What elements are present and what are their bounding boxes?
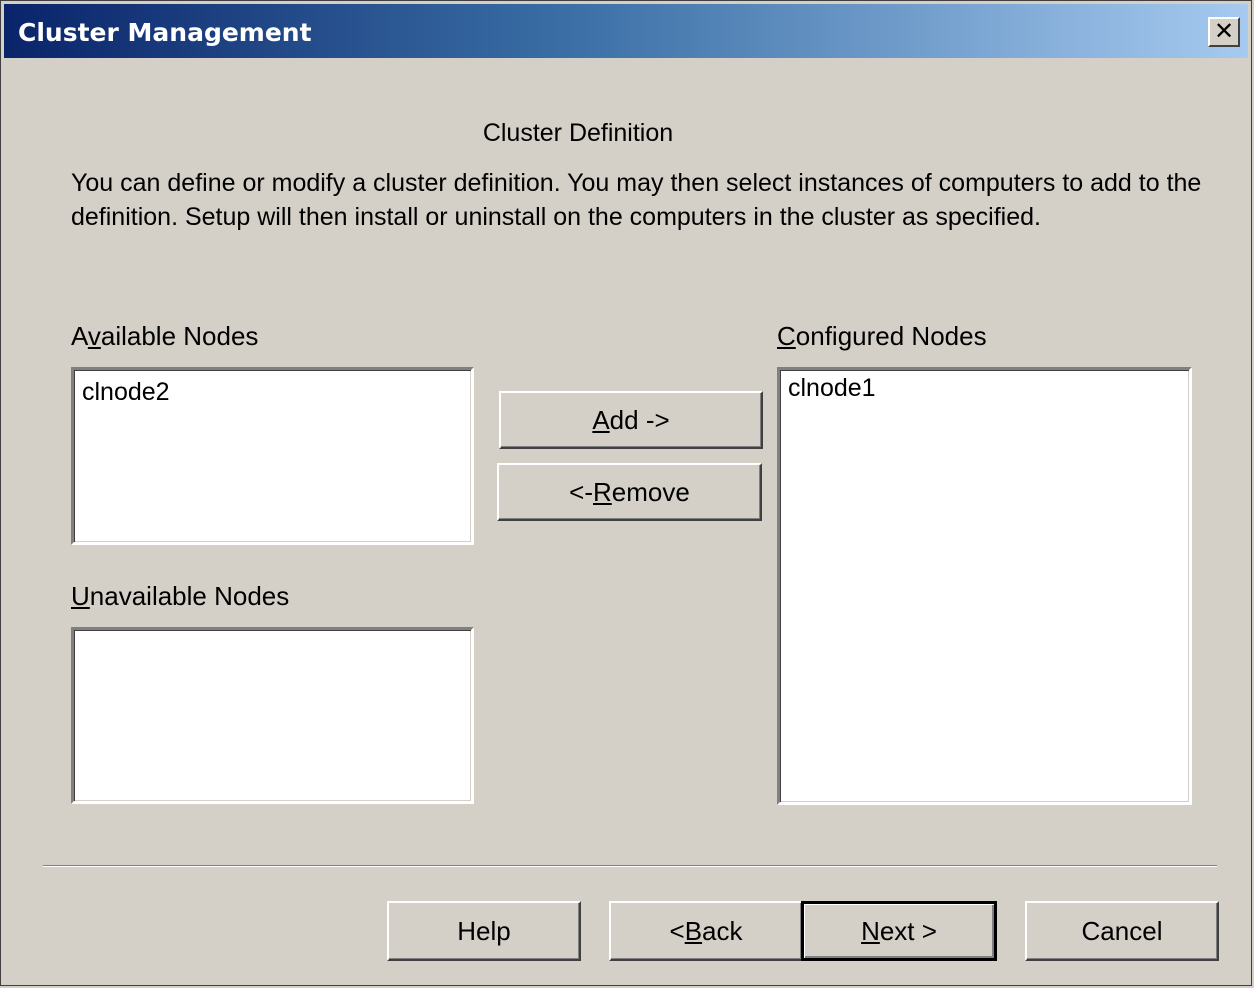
remove-button-label: <- xyxy=(569,477,593,507)
remove-button-label: emove xyxy=(611,477,690,507)
list-item[interactable]: clnode1 xyxy=(780,370,1189,403)
back-button-label: ack xyxy=(702,916,743,946)
available-nodes-list[interactable]: clnode2 xyxy=(71,367,474,545)
help-button-label: Help xyxy=(457,916,511,946)
configured-label-access-key: C xyxy=(777,321,796,351)
cluster-management-dialog: Cluster Management ✕ Cluster Definition … xyxy=(0,0,1252,986)
unavailable-label-access-key: U xyxy=(71,581,90,611)
configured-nodes-list[interactable]: clnode1 xyxy=(777,367,1192,805)
available-label-access-key: v xyxy=(87,321,101,351)
cancel-button[interactable]: Cancel xyxy=(1025,901,1219,961)
description-text: You can define or modify a cluster defin… xyxy=(71,169,1202,231)
list-item[interactable]: clnode2 xyxy=(74,370,471,407)
window-title: Cluster Management xyxy=(18,18,312,47)
help-button[interactable]: Help xyxy=(387,901,581,961)
next-button-label: ext > xyxy=(879,916,937,946)
configured-nodes-label: Configured Nodes xyxy=(777,321,987,352)
section-heading: Cluster Definition xyxy=(482,119,674,147)
available-label-part: A xyxy=(71,321,88,351)
back-button-label: < xyxy=(669,916,685,946)
divider xyxy=(43,865,1217,867)
add-button[interactable]: Add -> xyxy=(499,391,763,449)
next-access-key: N xyxy=(861,916,880,946)
remove-access-key: R xyxy=(593,477,612,507)
close-glyph: ✕ xyxy=(1213,17,1235,45)
close-icon[interactable]: ✕ xyxy=(1208,17,1240,47)
next-button[interactable]: Next > xyxy=(801,901,997,961)
unavailable-nodes-label: Unavailable Nodes xyxy=(71,581,289,612)
title-bar[interactable]: Cluster Management ✕ xyxy=(4,4,1248,58)
cancel-button-label: Cancel xyxy=(1081,916,1163,946)
back-button[interactable]: < Back xyxy=(609,901,803,961)
unavailable-nodes-list[interactable] xyxy=(71,627,474,804)
available-label-part: ailable Nodes xyxy=(100,321,259,351)
back-access-key: B xyxy=(684,916,703,946)
unavailable-label-part: navailable Nodes xyxy=(89,581,290,611)
available-nodes-label: Available Nodes xyxy=(71,321,258,352)
add-access-key: A xyxy=(592,405,610,435)
configured-label-part: onfigured Nodes xyxy=(795,321,987,351)
remove-button[interactable]: <- Remove xyxy=(497,463,762,521)
add-button-label: dd -> xyxy=(609,405,670,435)
